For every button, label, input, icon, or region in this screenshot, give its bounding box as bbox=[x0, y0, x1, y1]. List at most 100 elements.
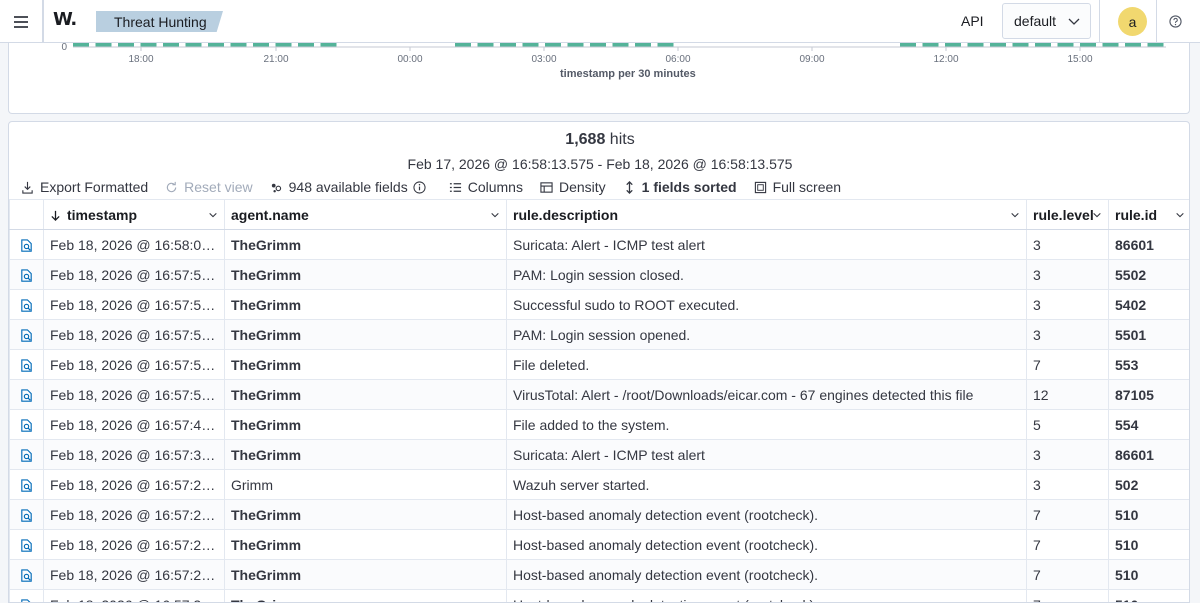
column-header-rule-id[interactable]: rule.id bbox=[1108, 199, 1189, 230]
wazuh-logo[interactable]: W. bbox=[53, 9, 77, 30]
cell-rule-id[interactable]: 5402 bbox=[1108, 289, 1189, 320]
cell-rule-id[interactable]: 86601 bbox=[1108, 229, 1189, 260]
expand-row-cell[interactable] bbox=[9, 409, 44, 440]
hits-label: hits bbox=[609, 131, 635, 148]
menu-toggle-button[interactable] bbox=[0, 0, 43, 43]
column-header-rule-level[interactable]: rule.level bbox=[1026, 199, 1109, 230]
api-link[interactable]: API bbox=[961, 13, 984, 29]
chevron-down-icon[interactable] bbox=[1175, 210, 1185, 220]
inspect-document-icon[interactable] bbox=[19, 238, 34, 253]
inspect-document-icon[interactable] bbox=[19, 268, 34, 283]
full-screen-button[interactable]: Full screen bbox=[754, 179, 841, 195]
cell-rule-id[interactable]: 5501 bbox=[1108, 319, 1189, 350]
cell-rule-id[interactable]: 553 bbox=[1108, 349, 1189, 380]
cell-rule-id[interactable]: 502 bbox=[1108, 469, 1189, 500]
expand-row-cell[interactable] bbox=[9, 229, 44, 260]
expand-row-cell[interactable] bbox=[9, 469, 44, 500]
expand-row-cell[interactable] bbox=[9, 439, 44, 470]
expand-row-cell[interactable] bbox=[9, 289, 44, 320]
breadcrumb-threat-hunting[interactable]: Threat Hunting bbox=[96, 11, 223, 32]
table-row[interactable]: Feb 18, 2026 @ 16:57:24.0…TheGrimmHost-b… bbox=[9, 589, 1189, 603]
expand-row-cell[interactable] bbox=[9, 379, 44, 410]
expand-row-cell[interactable] bbox=[9, 559, 44, 590]
column-header-rule-description[interactable]: rule.description bbox=[506, 199, 1027, 230]
table-row[interactable]: Feb 18, 2026 @ 16:57:50.7… TheGrimm VirusT… bbox=[9, 379, 1189, 410]
cell-rule-id[interactable]: 510 bbox=[1108, 589, 1189, 602]
table-row[interactable]: Feb 18, 2026 @ 16:58:05.2… TheGrimm Surica… bbox=[9, 229, 1189, 260]
histogram-bar bbox=[922, 43, 939, 47]
cell-agent-name[interactable]: TheGrimm bbox=[224, 529, 507, 560]
inspect-document-icon[interactable] bbox=[19, 418, 34, 433]
reset-view-button[interactable]: Reset view bbox=[165, 179, 253, 195]
expand-row-cell[interactable] bbox=[9, 499, 44, 530]
table-row[interactable]: Feb 18, 2026 @ 16:57:51.0… TheGrimm PAM: L… bbox=[9, 259, 1189, 290]
inspect-document-icon[interactable] bbox=[19, 598, 34, 603]
inspect-document-icon[interactable] bbox=[19, 358, 34, 373]
cell-timestamp: Feb 18, 2026 @ 16:57:24.1… bbox=[43, 529, 225, 560]
inspect-document-icon[interactable] bbox=[19, 508, 34, 523]
cell-rule-id[interactable]: 87105 bbox=[1108, 379, 1189, 410]
cell-agent-name[interactable]: TheGrimm bbox=[224, 289, 507, 320]
user-avatar[interactable]: a bbox=[1118, 7, 1147, 36]
expand-row-cell[interactable] bbox=[9, 259, 44, 290]
cell-rule-id[interactable]: 5502 bbox=[1108, 259, 1189, 290]
inspect-document-icon[interactable] bbox=[19, 478, 34, 493]
cell-agent-name[interactable]: TheGrimm bbox=[224, 559, 507, 590]
chevron-down-icon[interactable] bbox=[1010, 210, 1020, 220]
cell-rule-description: Host-based anomaly detection event (root… bbox=[506, 589, 1027, 602]
table-row[interactable]: Feb 18, 2026 @ 16:57:50.9… TheGrimm File d… bbox=[9, 349, 1189, 380]
inspect-document-icon[interactable] bbox=[19, 448, 34, 463]
cell-rule-id[interactable]: 510 bbox=[1108, 559, 1189, 590]
cell-agent-name[interactable]: TheGrimm bbox=[224, 349, 507, 380]
export-formatted-button[interactable]: Export Formatted bbox=[21, 179, 148, 195]
table-row[interactable]: Feb 18, 2026 @ 16:57:24.1… TheGrimm Host-b… bbox=[9, 529, 1189, 560]
column-header-timestamp[interactable]: timestamp bbox=[43, 199, 225, 230]
inspect-document-icon[interactable] bbox=[19, 538, 34, 553]
column-header-agent-name[interactable]: agent.name bbox=[224, 199, 507, 230]
help-icon[interactable] bbox=[1169, 15, 1182, 28]
table-row[interactable]: Feb 18, 2026 @ 16:57:51.0… TheGrimm Succes… bbox=[9, 289, 1189, 320]
histogram-bar bbox=[522, 43, 539, 47]
cell-timestamp: Feb 18, 2026 @ 16:57:24.0… bbox=[43, 559, 225, 590]
cell-agent-name[interactable]: TheGrimm bbox=[224, 229, 507, 260]
cell-rule-id[interactable]: 510 bbox=[1108, 529, 1189, 560]
chevron-down-icon[interactable] bbox=[1092, 210, 1102, 220]
histogram-bar bbox=[945, 43, 961, 47]
table-body: Feb 18, 2026 @ 16:58:05.2… TheGrimm Surica… bbox=[9, 229, 1189, 603]
histogram-bar bbox=[590, 43, 606, 47]
chevron-down-icon[interactable] bbox=[490, 210, 500, 220]
cell-agent-name[interactable]: TheGrimm bbox=[224, 439, 507, 470]
available-fields-button[interactable]: 948 available fields bbox=[270, 179, 432, 195]
tenant-selector[interactable]: default bbox=[1002, 3, 1091, 39]
table-row[interactable]: Feb 18, 2026 @ 16:57:24.1… TheGrimm Host-b… bbox=[9, 499, 1189, 530]
cell-agent-name[interactable]: TheGrimm bbox=[224, 409, 507, 440]
cell-agent-name[interactable]: TheGrimm bbox=[224, 319, 507, 350]
histogram-panel: 0 18:00 21:00 00:00 03:00 06:00 09:00 12:00 15:0… bbox=[8, 43, 1190, 114]
chevron-down-icon[interactable] bbox=[208, 210, 218, 220]
inspect-document-icon[interactable] bbox=[19, 388, 34, 403]
info-icon[interactable] bbox=[413, 180, 426, 194]
inspect-document-icon[interactable] bbox=[19, 298, 34, 313]
expand-row-cell[interactable] bbox=[9, 589, 44, 603]
cell-rule-id[interactable]: 86601 bbox=[1108, 439, 1189, 470]
table-row[interactable]: Feb 18, 2026 @ 16:57:46.7… TheGrimm File a… bbox=[9, 409, 1189, 440]
cell-agent-name[interactable]: TheGrimm bbox=[224, 259, 507, 290]
cell-agent-name[interactable]: TheGrimm bbox=[224, 589, 507, 602]
table-row[interactable]: Feb 18, 2026 @ 16:57:34.8… TheGrimm Surica… bbox=[9, 439, 1189, 470]
sort-fields-button[interactable]: 1 fields sorted bbox=[623, 179, 737, 195]
expand-row-cell[interactable] bbox=[9, 529, 44, 560]
table-row[interactable]: Feb 18, 2026 @ 16:57:24.0…TheGrimmHost-b… bbox=[9, 559, 1189, 590]
inspect-document-icon[interactable] bbox=[19, 568, 34, 583]
expand-row-cell[interactable] bbox=[9, 319, 44, 350]
columns-button[interactable]: Columns bbox=[449, 179, 523, 195]
x-tick-label: 09:00 bbox=[799, 54, 824, 65]
density-button[interactable]: Density bbox=[540, 179, 606, 195]
inspect-document-icon[interactable] bbox=[19, 328, 34, 343]
table-row[interactable]: Feb 18, 2026 @ 16:57:51.0… TheGrimm PAM: L… bbox=[9, 319, 1189, 350]
expand-row-cell[interactable] bbox=[9, 349, 44, 380]
cell-agent-name[interactable]: TheGrimm bbox=[224, 499, 507, 530]
table-row[interactable]: Feb 18, 2026 @ 16:57:24.5… Grimm Wazuh ser… bbox=[9, 469, 1189, 500]
cell-agent-name[interactable]: TheGrimm bbox=[224, 379, 507, 410]
cell-rule-id[interactable]: 510 bbox=[1108, 499, 1189, 530]
cell-rule-id[interactable]: 554 bbox=[1108, 409, 1189, 440]
